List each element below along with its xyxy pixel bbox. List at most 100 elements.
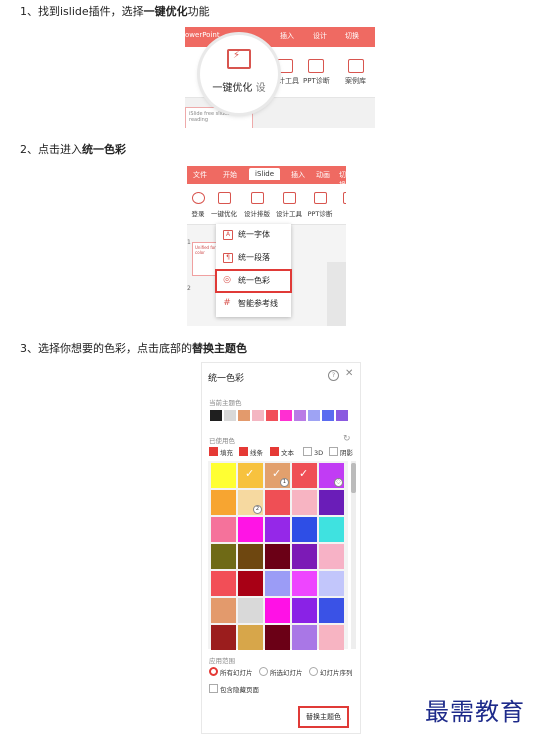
- color-swatch[interactable]: [292, 517, 317, 542]
- color-swatch[interactable]: [265, 544, 290, 569]
- color-swatch[interactable]: [319, 625, 344, 650]
- color-swatch[interactable]: [265, 490, 290, 515]
- swatch-badge: ◌: [334, 478, 343, 487]
- color-swatch[interactable]: ✓: [238, 463, 263, 488]
- color-swatch[interactable]: [292, 598, 317, 623]
- magnifier-one-click-optimize[interactable]: 一键优化 设: [200, 35, 278, 113]
- color-swatch[interactable]: [238, 544, 263, 569]
- slide-number-1: 1: [187, 239, 191, 246]
- used-color-grid: ✓ ✓ 1 ✓ ◌ 2: [208, 461, 348, 650]
- theme-color-swatch[interactable]: [322, 410, 334, 421]
- current-theme-label: 当前主题色: [209, 399, 242, 407]
- check-icon: ✓: [245, 467, 255, 480]
- color-swatch[interactable]: [238, 598, 263, 623]
- color-swatch[interactable]: [292, 571, 317, 596]
- theme-color-swatch[interactable]: [280, 410, 292, 421]
- step-3-text: 3、选择你想要的色彩，点击底部的替换主题色: [20, 342, 247, 355]
- theme-color-swatch[interactable]: [238, 410, 250, 421]
- menu-item-unify-color[interactable]: ◎ 统一色彩: [215, 269, 292, 293]
- filter-line[interactable]: 线条: [239, 447, 263, 457]
- color-swatch[interactable]: [238, 625, 263, 650]
- tab-insert[interactable]: 插入: [291, 170, 305, 180]
- diagnose-icon: [313, 192, 327, 204]
- filter-fill[interactable]: 填充: [209, 447, 233, 457]
- theme-color-swatch[interactable]: [336, 410, 348, 421]
- color-swatch[interactable]: [211, 571, 236, 596]
- theme-color-swatch[interactable]: [294, 410, 306, 421]
- screenshot-islide-ribbon: owerPoint 插入 设计 切换 设计工具 PPT诊断 案例库 iSlide…: [185, 27, 375, 128]
- replace-theme-color-button[interactable]: 替换主题色: [298, 706, 349, 728]
- tab-islide[interactable]: iSlide: [249, 168, 281, 180]
- color-swatch[interactable]: [211, 463, 236, 488]
- check-icon: ✓: [299, 467, 309, 480]
- ribbon-tabs: 文件 开始 iSlide 插入 动画 切换: [187, 166, 346, 189]
- color-swatch[interactable]: [211, 517, 236, 542]
- color-swatch[interactable]: [238, 571, 263, 596]
- tab-animation[interactable]: 动画: [316, 170, 330, 180]
- scope-selected-slides[interactable]: 所选幻灯片: [259, 667, 303, 677]
- islide-toolbar: 登录 一键优化 设计排版 设计工具 PPT诊断 案: [187, 184, 346, 225]
- panel-title: 统一色彩: [208, 374, 245, 384]
- include-hidden-slides[interactable]: 包含隐藏页面: [209, 684, 259, 694]
- color-swatch[interactable]: [319, 517, 344, 542]
- color-swatch[interactable]: [265, 625, 290, 650]
- toolbar-design-tools[interactable]: 设计工具: [274, 192, 304, 218]
- tab-insert[interactable]: 插入: [280, 31, 294, 41]
- color-swatch[interactable]: [319, 598, 344, 623]
- color-swatch[interactable]: ✓ 1: [265, 463, 290, 488]
- color-swatch[interactable]: [319, 490, 344, 515]
- toolbar-design-layout[interactable]: 设计排版: [242, 192, 272, 218]
- color-swatch[interactable]: [292, 544, 317, 569]
- theme-color-swatch[interactable]: [308, 410, 320, 421]
- theme-color-swatch[interactable]: [266, 410, 278, 421]
- tool-case-library[interactable]: 案例库: [345, 59, 366, 86]
- color-swatch[interactable]: ✓: [292, 463, 317, 488]
- toolbar-case[interactable]: 案: [334, 192, 346, 218]
- refresh-icon[interactable]: ↻: [343, 434, 351, 444]
- help-icon[interactable]: ?: [328, 370, 339, 381]
- grid-scrollbar[interactable]: [351, 461, 356, 649]
- optimize-icon: [217, 192, 231, 204]
- palette-icon: ◎: [223, 275, 231, 285]
- tab-transition[interactable]: 切换: [345, 31, 359, 41]
- color-swatch[interactable]: [292, 490, 317, 515]
- design-tools-icon: [282, 192, 296, 204]
- filter-text[interactable]: 文本: [270, 447, 294, 457]
- tab-design[interactable]: 设计: [313, 31, 327, 41]
- color-swatch[interactable]: [292, 625, 317, 650]
- theme-color-swatch[interactable]: [224, 410, 236, 421]
- slide-canvas: [327, 262, 346, 326]
- color-swatch[interactable]: ◌: [319, 463, 344, 488]
- color-swatch[interactable]: [211, 490, 236, 515]
- color-swatch[interactable]: [265, 598, 290, 623]
- scope-slide-sequence[interactable]: 幻灯片序列: [309, 667, 353, 677]
- menu-item-unify-font[interactable]: A 统一字体: [216, 224, 291, 246]
- tab-home[interactable]: 开始: [223, 170, 237, 180]
- theme-color-swatch[interactable]: [210, 410, 222, 421]
- toolbar-ppt-diagnose[interactable]: PPT诊断: [305, 192, 335, 218]
- optimize-dropdown-menu: A 统一字体 ¶ 统一段落 ◎ 统一色彩 # 智能参考线: [215, 224, 292, 317]
- check-icon: ✓: [272, 467, 282, 480]
- color-swatch[interactable]: [211, 625, 236, 650]
- color-swatch[interactable]: [319, 571, 344, 596]
- color-swatch[interactable]: [265, 571, 290, 596]
- menu-item-unify-paragraph[interactable]: ¶ 统一段落: [216, 247, 291, 269]
- color-swatch[interactable]: [238, 517, 263, 542]
- filter-3d[interactable]: 3D: [303, 447, 323, 457]
- unify-color-panel: 统一色彩 ? ✕ 当前主题色 已使用色 ↻ 填充 线条 文本 3D 阴影 ✓ ✓ 1…: [201, 362, 361, 734]
- color-swatch[interactable]: [319, 544, 344, 569]
- paragraph-icon: ¶: [223, 253, 233, 263]
- theme-color-swatch[interactable]: [252, 410, 264, 421]
- color-swatch[interactable]: 2: [238, 490, 263, 515]
- color-swatch[interactable]: [211, 598, 236, 623]
- menu-item-smart-guides[interactable]: # 智能参考线: [216, 293, 291, 315]
- optimize-icon: [227, 49, 251, 69]
- color-swatch[interactable]: [265, 517, 290, 542]
- color-swatch[interactable]: [211, 544, 236, 569]
- tool-ppt-diagnose[interactable]: PPT诊断: [303, 59, 330, 86]
- close-icon[interactable]: ✕: [345, 368, 353, 379]
- tab-file[interactable]: 文件: [193, 170, 207, 180]
- scope-all-slides[interactable]: 所有幻灯片: [209, 667, 253, 677]
- toolbar-one-click-optimize[interactable]: 一键优化: [209, 192, 239, 218]
- filter-shadow[interactable]: 阴影: [329, 447, 353, 457]
